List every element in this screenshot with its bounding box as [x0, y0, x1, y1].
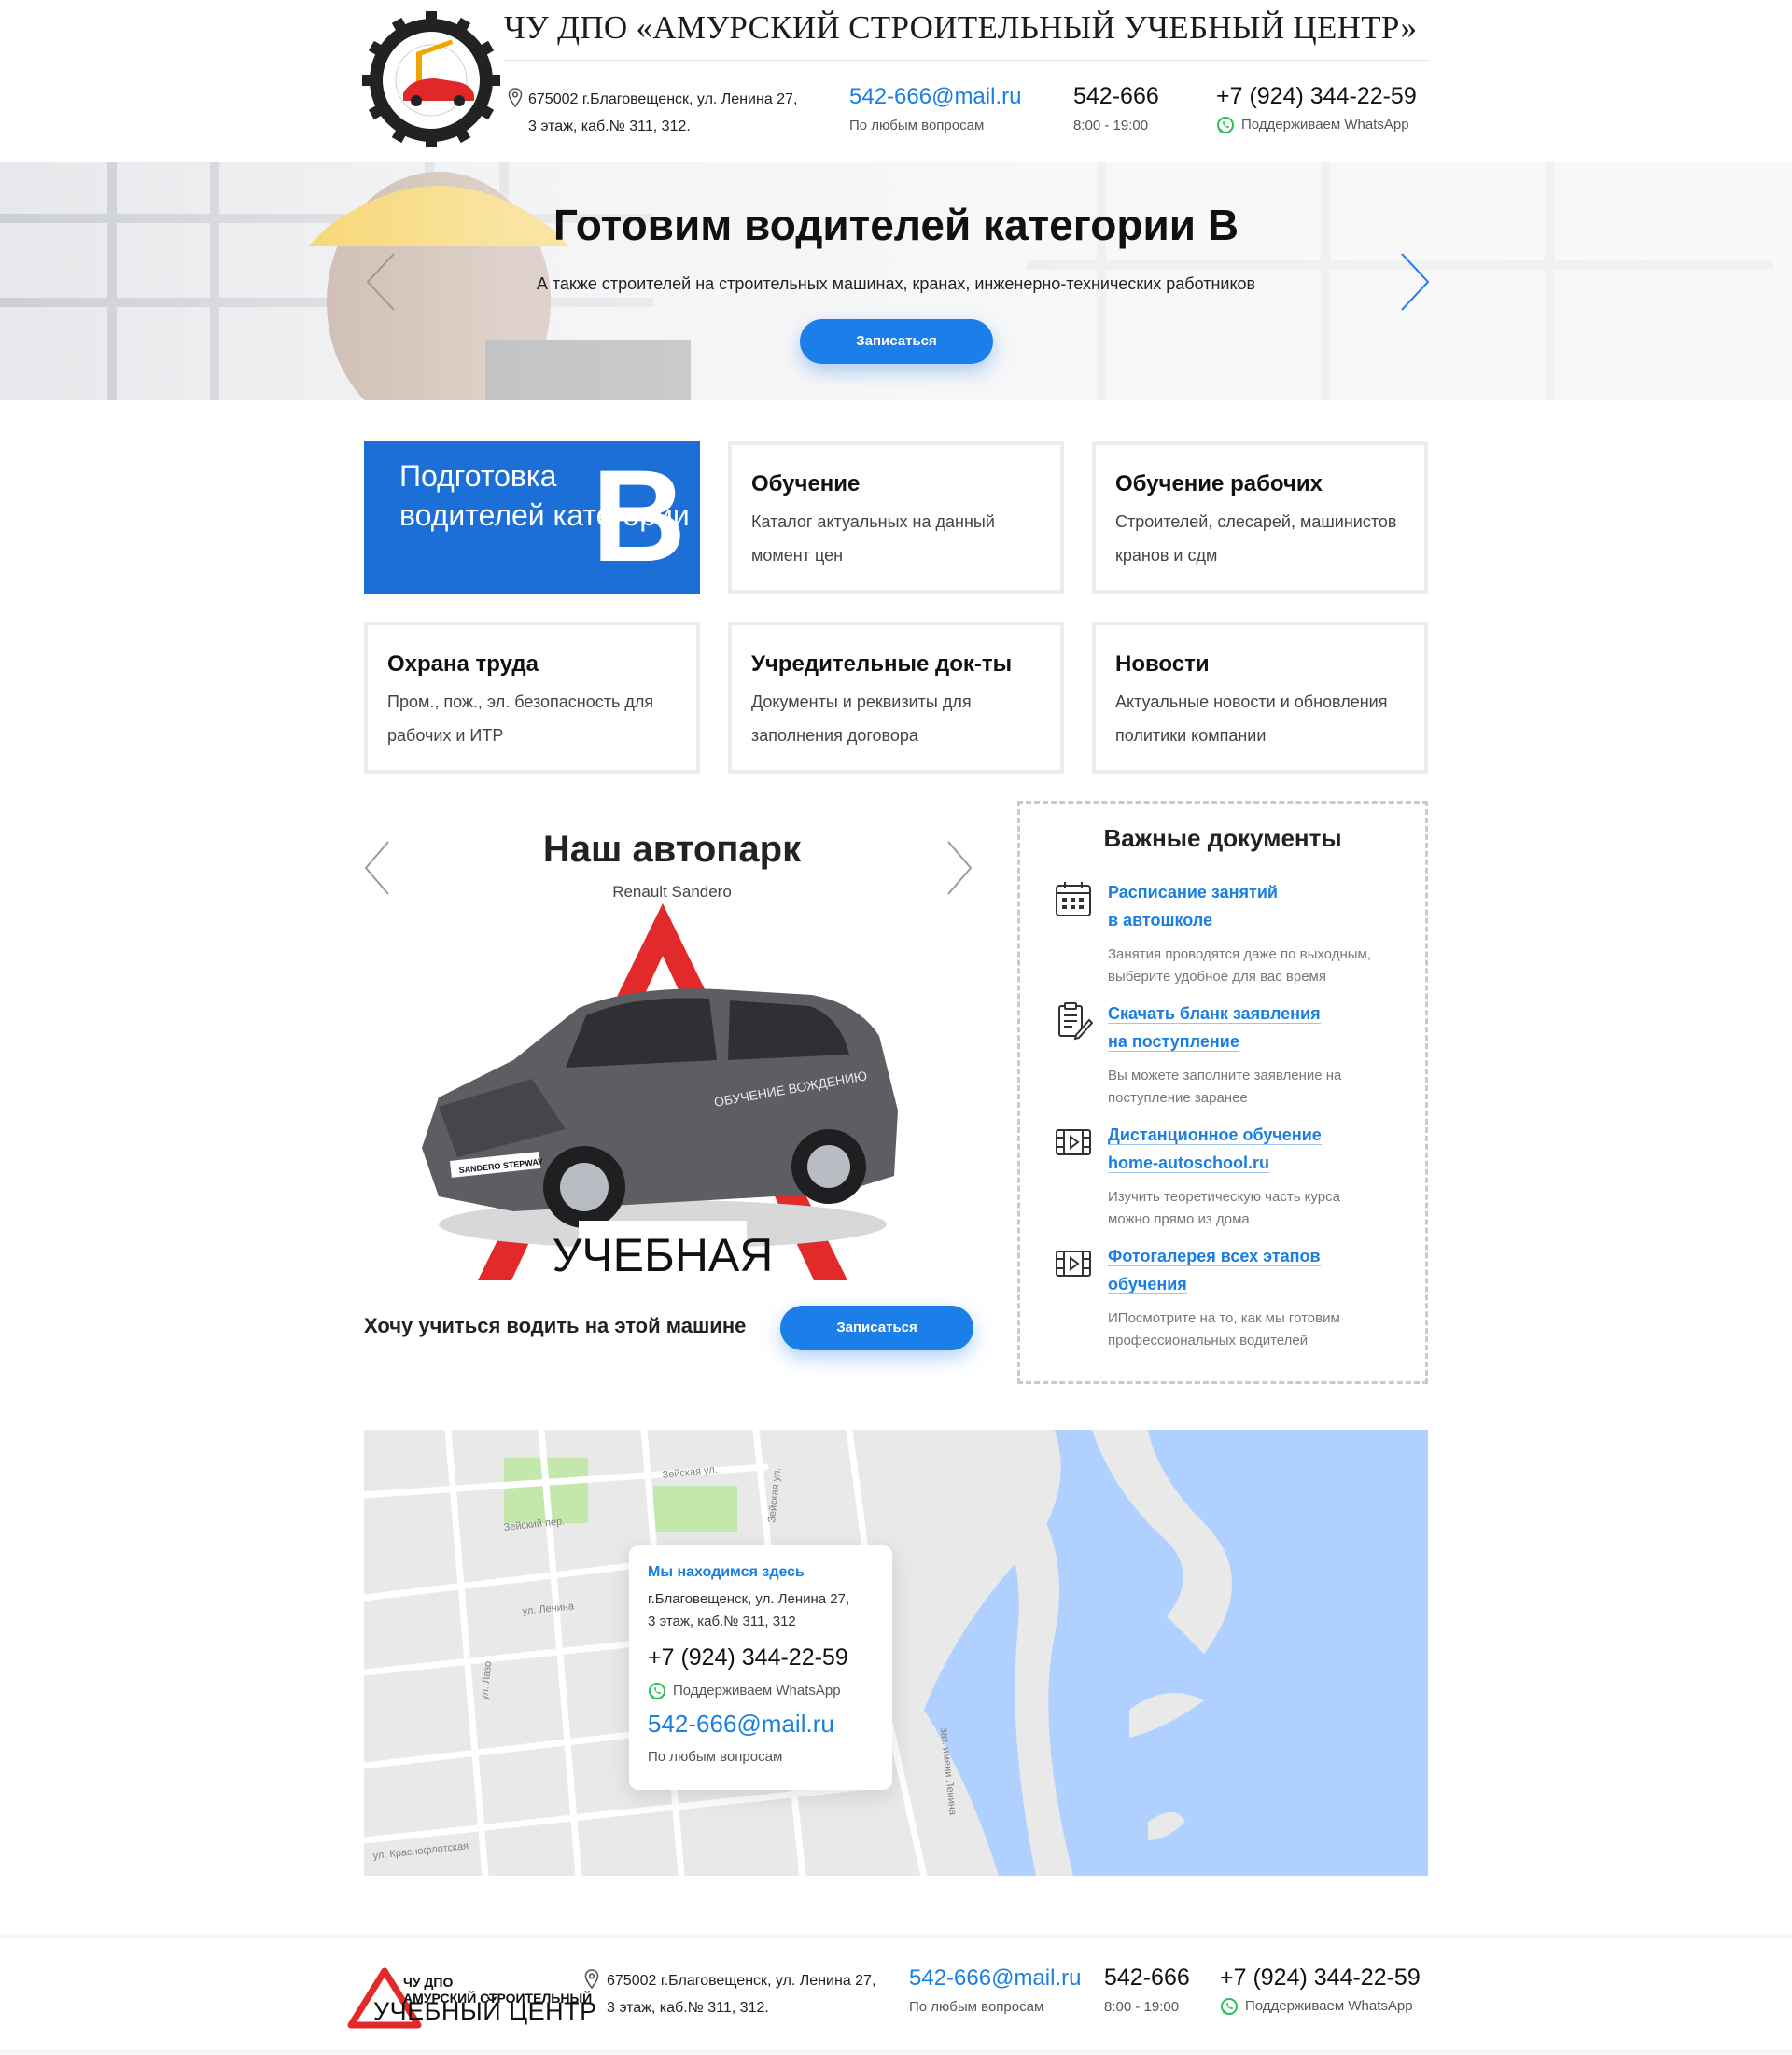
car-sign-text: УЧЕБНАЯ	[553, 1229, 774, 1281]
whatsapp-icon	[1217, 117, 1234, 133]
fleet-signup-button[interactable]: Записаться	[780, 1306, 973, 1350]
doc-link-schedule[interactable]: Расписание занятий в автошколе	[1108, 878, 1407, 934]
whatsapp-icon	[1221, 1998, 1238, 2015]
category-b-letter: B	[592, 442, 687, 589]
map-info-card: Мы находимся здесь г.Благовещенск, ул. Л…	[629, 1545, 892, 1790]
logo-emblem[interactable]	[362, 11, 504, 147]
header-phone-short-block: 542-666 8:00 - 19:00	[1073, 83, 1159, 133]
hero-subtitle: А также строителей на строительных машин…	[536, 274, 1256, 293]
footer-phone-full[interactable]: +7 (924) 344-22-59	[1220, 1964, 1421, 1991]
hero-title: Готовим водителей категории В	[553, 201, 1239, 249]
header-email-note: По любым вопросам	[849, 118, 985, 133]
fleet-title: Наш автопарк	[542, 829, 802, 870]
doc-desc-schedule: Занятия проводятся даже по выходным, выб…	[1108, 946, 1371, 985]
doc-desc-gallery: ИПосмотрите на то, как мы готовим профес…	[1108, 1310, 1340, 1349]
location-pin-icon	[584, 1969, 599, 1990]
hero-signup-button[interactable]: Записаться	[800, 319, 993, 364]
map-card-email-note: По любым вопросам	[648, 1749, 783, 1765]
map-card-address: г.Благовещенск, ул. Ленина 27, 3 этаж, к…	[648, 1591, 850, 1629]
card-labor-safety[interactable]: Охрана труда Пром., пож., эл. безопаснос…	[364, 622, 700, 774]
title-divider	[504, 60, 1428, 61]
footer-phone-full-block: +7 (924) 344-22-59 Поддерживаем WhatsApp	[1220, 1964, 1421, 2016]
doc-item-gallery: Фотогалерея всех этапов обучения ИПосмот…	[1054, 1242, 1408, 1354]
map-card-phone[interactable]: +7 (924) 344-22-59	[648, 1644, 848, 1671]
fleet-cta-text: Хочу учиться водить на этой машине	[364, 1314, 747, 1337]
footer-email-link[interactable]: 542-666@mail.ru	[909, 1965, 1081, 1991]
footer-address: 675002 г.Благовещенск, ул. Ленина 27, 3 …	[607, 1973, 876, 2016]
important-documents-panel: Важные документы Расписание занятий в ав…	[1017, 801, 1428, 1384]
map-card-email[interactable]: 542-666@mail.ru	[648, 1710, 834, 1739]
header-phone-full[interactable]: +7 (924) 344-22-59	[1216, 83, 1417, 109]
header-email-block: 542-666@mail.ru По любым вопросам	[849, 84, 1021, 133]
doc-desc-application: Вы можете заполните заявление на поступл…	[1108, 1068, 1342, 1106]
card-driver-training[interactable]: Подготовка водителей категории B	[364, 441, 700, 594]
header-phone-full-block: +7 (924) 344-22-59 Поддерживаем WhatsApp	[1216, 83, 1417, 134]
footer-email-note: По любым вопросам	[909, 1999, 1044, 2015]
header-whatsapp[interactable]: Поддерживаем WhatsApp	[1216, 116, 1417, 134]
whatsapp-icon	[649, 1683, 665, 1699]
map-card-heading: Мы находимся здесь	[648, 1564, 805, 1580]
form-edit-icon	[1058, 1002, 1093, 1041]
doc-item-schedule: Расписание занятий в автошколе Занятия п…	[1054, 878, 1408, 990]
site-title: ЧУ ДПО «АМУРСКИЙ СТРОИТЕЛЬНЫЙ УЧЕБНЫЙ ЦЕ…	[504, 9, 1418, 46]
card-founding-documents[interactable]: Учредительные док-ты Документы и реквизи…	[728, 622, 1064, 774]
doc-link-gallery[interactable]: Фотогалерея всех этапов обучения	[1108, 1242, 1407, 1298]
calendar-icon	[1056, 882, 1091, 916]
hero-next-arrow-icon[interactable]	[1398, 252, 1432, 312]
footer-brand-name: УЧЕБНЫЙ ЦЕНТР	[373, 1997, 597, 2025]
footer-phone-short[interactable]: 542-666	[1104, 1964, 1190, 1991]
documents-title: Важные документы	[1103, 824, 1342, 852]
doc-desc-distance-learning: Изучить теоретическую часть курса можно …	[1108, 1189, 1340, 1227]
training-car-image: SANDERO STEPWAY ОБУЧЕНИЕ ВОЖДЕНИЮ УЧЕБНА…	[422, 903, 898, 1281]
card-workers-training[interactable]: Обучение рабочих Строителей, слесарей, м…	[1092, 441, 1428, 594]
doc-item-distance-learning: Дистанционное обучение home-autoschool.r…	[1054, 1121, 1408, 1233]
hero-prev-arrow-icon[interactable]	[364, 252, 398, 312]
footer-email-block: 542-666@mail.ru По любым вопросам	[909, 1965, 1081, 2015]
map-card-whatsapp[interactable]: Поддерживаем WhatsApp	[648, 1682, 841, 1700]
footer-hours: 8:00 - 19:00	[1104, 1999, 1180, 2015]
card-news[interactable]: Новости Актуальные новости и обновления …	[1092, 622, 1428, 774]
video-icon	[1056, 1251, 1091, 1277]
header-phone-short[interactable]: 542-666	[1073, 83, 1159, 109]
site-header: ЧУ ДПО «АМУРСКИЙ СТРОИТЕЛЬНЫЙ УЧЕБНЫЙ ЦЕ…	[0, 0, 1792, 162]
location-pin-icon	[508, 88, 523, 108]
video-icon	[1056, 1129, 1091, 1155]
footer-inner: ЧУ ДПО АМУРСКИЙ СТРОИТЕЛЬНЫЙ УЧЕБНЫЙ ЦЕН…	[0, 1939, 1792, 2049]
card-training[interactable]: Обучение Каталог актуальных на данный мо…	[728, 441, 1064, 594]
footer-phone-short-block: 542-666 8:00 - 19:00	[1104, 1964, 1190, 2015]
footer-whatsapp[interactable]: Поддерживаем WhatsApp	[1220, 1997, 1421, 2016]
header-email-link[interactable]: 542-666@mail.ru	[849, 84, 1021, 109]
site-footer: ЧУ ДПО АМУРСКИЙ СТРОИТЕЛЬНЫЙ УЧЕБНЫЙ ЦЕН…	[0, 1934, 1792, 2055]
doc-item-application: Скачать бланк заявления на поступление В…	[1054, 1000, 1408, 1111]
doc-link-application[interactable]: Скачать бланк заявления на поступление	[1108, 1000, 1407, 1055]
location-map[interactable]: Зейская ул. Зейский пер. ул. Ленина ул. …	[364, 1430, 1428, 1876]
header-hours: 8:00 - 19:00	[1073, 118, 1149, 133]
header-address: 675002 г.Благовещенск, ул. Ленина 27, 3 …	[528, 91, 798, 134]
hero-banner: Готовим водителей категории В А также ст…	[0, 162, 1792, 400]
map-tiles[interactable]: Зейская ул. Зейский пер. ул. Ленина ул. …	[364, 1430, 1428, 1876]
doc-link-distance-learning[interactable]: Дистанционное обучение home-autoschool.r…	[1108, 1121, 1407, 1177]
